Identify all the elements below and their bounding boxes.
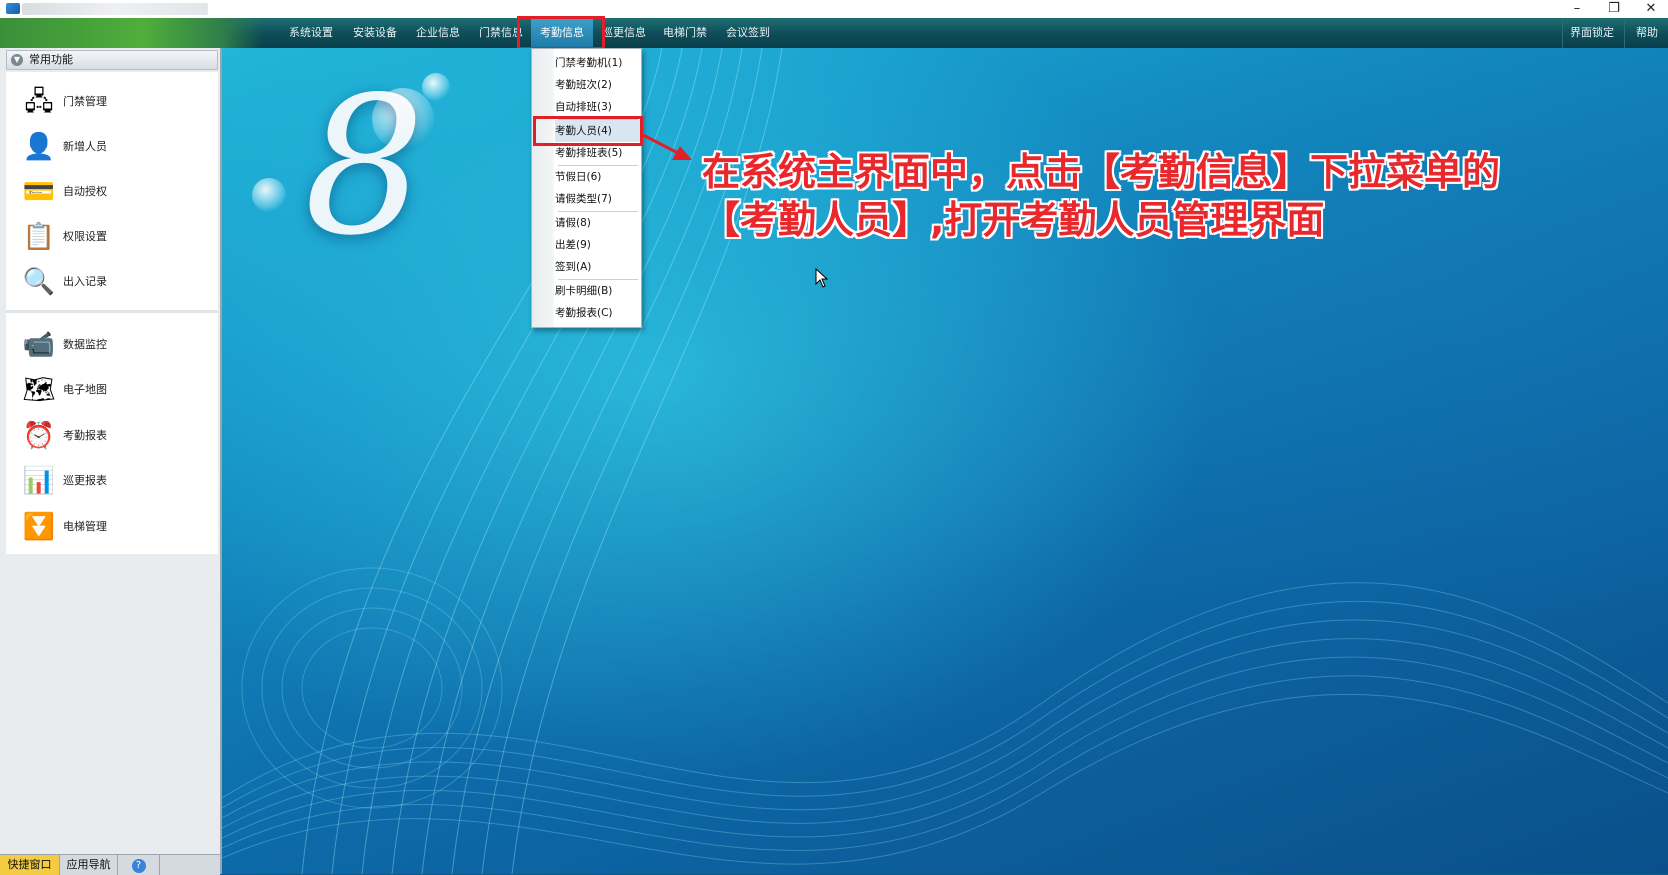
- tab-help[interactable]: ?: [118, 855, 160, 875]
- patrol-report-icon: 📊: [22, 466, 56, 496]
- annotation-line-1: 在系统主界面中，点击【考勤信息】下拉菜单的: [702, 150, 1501, 194]
- shortcut-attendance-report[interactable]: ⏰ 考勤报表: [6, 414, 218, 458]
- elevator-icon: ⏬: [22, 512, 56, 542]
- logo-eight: 8: [304, 56, 425, 277]
- bubble-decoration: [252, 178, 286, 212]
- menu-meeting-signin[interactable]: 会议签到: [718, 18, 778, 48]
- e-map-icon: 🗺: [22, 375, 56, 405]
- shortcut-permission[interactable]: 📋 权限设置: [6, 215, 218, 259]
- tab-shortcut-window[interactable]: 快捷窗口: [0, 855, 60, 875]
- main-desktop: 8 在系统主界面中，点击【考勤信息】下拉菜单的 【考勤人员】,打开考勤人员管理界…: [222, 48, 1668, 874]
- window-title-blurred: [22, 3, 208, 15]
- minimize-button[interactable]: –: [1560, 0, 1594, 18]
- add-person-icon: 👤: [22, 132, 56, 162]
- annotation-line-2: 【考勤人员】,打开考勤人员管理界面: [702, 198, 1325, 242]
- shortcut-label: 自动授权: [63, 185, 107, 198]
- menu-attendance-info[interactable]: 考勤信息: [531, 18, 593, 48]
- collapse-toggle-icon[interactable]: ▼: [11, 54, 23, 66]
- dd-sign-in[interactable]: 签到(A): [555, 256, 640, 278]
- shortcut-label: 门禁管理: [63, 95, 107, 108]
- tab-app-navigation[interactable]: 应用导航: [60, 855, 118, 875]
- menu-system-settings[interactable]: 系统设置: [282, 18, 340, 48]
- shortcut-label: 权限设置: [63, 230, 107, 243]
- permission-icon: 📋: [22, 222, 56, 252]
- bubble-decoration: [422, 73, 450, 101]
- dd-holidays[interactable]: 节假日(6): [555, 166, 640, 188]
- window-title-bar: – ❐ ✕: [0, 0, 1668, 18]
- shortcut-label: 新增人员: [63, 140, 107, 153]
- shortcut-camera-monitor[interactable]: 📹 数据监控: [6, 323, 218, 367]
- attendance-dropdown-menu: 门禁考勤机(1) 考勤班次(2) 自动排班(3) 考勤人员(4) 考勤排班表(5…: [531, 48, 642, 328]
- menu-bar: 系统设置 安装设备 企业信息 门禁信息 考勤信息 巡更信息 电梯门禁 会议签到 …: [0, 18, 1668, 48]
- auto-auth-icon: 💳: [22, 177, 56, 207]
- shortcut-list: 🖧 门禁管理 👤 新增人员 💳 自动授权 📋 权限设置 🔍 出入记录 📹 数据监…: [6, 72, 218, 554]
- menu-patrol-info[interactable]: 巡更信息: [595, 18, 653, 48]
- dd-attendance-shift[interactable]: 考勤班次(2): [555, 74, 640, 96]
- left-shortcut-panel: ▼ 常用功能 🖧 门禁管理 👤 新增人员 💳 自动授权 📋 权限设置 🔍 出入记…: [0, 48, 222, 874]
- help-icon: ?: [131, 859, 146, 873]
- dd-card-details[interactable]: 刷卡明细(B): [555, 280, 640, 302]
- shortcut-label: 出入记录: [63, 275, 107, 288]
- shortcut-e-map[interactable]: 🗺 电子地图: [6, 368, 218, 412]
- camera-monitor-icon: 📹: [22, 330, 56, 360]
- dd-leave-types[interactable]: 请假类型(7): [555, 188, 640, 210]
- shortcut-label: 电梯管理: [63, 520, 107, 533]
- shortcut-add-person[interactable]: 👤 新增人员: [6, 125, 218, 169]
- menu-logo-banner: [0, 18, 262, 48]
- menu-access-info[interactable]: 门禁信息: [472, 18, 530, 48]
- close-button[interactable]: ✕: [1634, 0, 1668, 18]
- group-separator: [6, 310, 218, 313]
- dropdown-gutter: [532, 49, 554, 327]
- dd-attendance-device[interactable]: 门禁考勤机(1): [555, 52, 640, 74]
- dd-schedule-table[interactable]: 考勤排班表(5): [555, 142, 640, 164]
- attendance-report-icon: ⏰: [22, 421, 56, 451]
- shortcut-label: 数据监控: [63, 338, 107, 351]
- bottom-tab-strip: 快捷窗口 应用导航 ?: [0, 854, 220, 875]
- menu-lock-interface[interactable]: 界面锁定: [1562, 18, 1621, 48]
- shortcut-door-control[interactable]: 🖧 门禁管理: [6, 80, 218, 124]
- restore-button[interactable]: ❐: [1597, 0, 1631, 18]
- shortcut-label: 巡更报表: [63, 474, 107, 487]
- menu-help[interactable]: 帮助: [1624, 18, 1668, 48]
- dd-leave[interactable]: 请假(8): [555, 212, 640, 234]
- dd-attendance-personnel[interactable]: 考勤人员(4): [555, 120, 640, 142]
- menu-enterprise-info[interactable]: 企业信息: [409, 18, 467, 48]
- panel-header[interactable]: ▼ 常用功能: [6, 50, 218, 70]
- mouse-cursor-icon: [815, 268, 829, 288]
- door-control-icon: 🖧: [24, 87, 54, 117]
- dd-attendance-report[interactable]: 考勤报表(C): [555, 302, 640, 324]
- shortcut-auto-auth[interactable]: 💳 自动授权: [6, 170, 218, 214]
- shortcut-access-record[interactable]: 🔍 出入记录: [6, 260, 218, 304]
- shortcut-patrol-report[interactable]: 📊 巡更报表: [6, 459, 218, 503]
- access-record-icon: 🔍: [22, 267, 56, 297]
- shortcut-label: 电子地图: [63, 383, 107, 396]
- dd-business-trip[interactable]: 出差(9): [555, 234, 640, 256]
- menu-install-device[interactable]: 安装设备: [346, 18, 404, 48]
- menu-elevator-access[interactable]: 电梯门禁: [656, 18, 714, 48]
- dd-auto-schedule[interactable]: 自动排班(3): [555, 96, 640, 118]
- tutorial-annotation: 在系统主界面中，点击【考勤信息】下拉菜单的 【考勤人员】,打开考勤人员管理界面: [702, 148, 1562, 244]
- shortcut-elevator[interactable]: ⏬ 电梯管理: [6, 505, 218, 549]
- panel-title: 常用功能: [29, 53, 73, 66]
- app-icon: [6, 3, 20, 14]
- shortcut-label: 考勤报表: [63, 429, 107, 442]
